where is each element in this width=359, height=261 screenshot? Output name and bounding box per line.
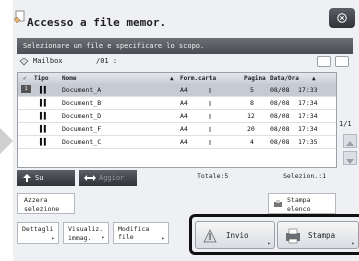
view-image-button[interactable]: Visualiz. immag. ▸ xyxy=(63,222,109,244)
row-name: Document_F xyxy=(62,125,102,133)
row-ora: 17:35 xyxy=(298,138,318,146)
send-paper-icon xyxy=(203,229,217,243)
scroll-down-button[interactable] xyxy=(343,151,357,165)
table-row[interactable]: ▌▌ Document_C A4 ▯ 4 08/08 17:35 xyxy=(18,136,336,149)
paper-icon: ▯ xyxy=(208,86,212,94)
row-form: A4 xyxy=(180,138,188,146)
row-data: 08/08 xyxy=(270,125,290,133)
print-button[interactable]: Stampa ▸ xyxy=(277,221,359,249)
row-data: 08/08 xyxy=(270,112,290,120)
arrow-down-icon xyxy=(346,159,354,164)
mailbox-icon xyxy=(19,57,29,66)
close-button[interactable] xyxy=(329,8,355,28)
print-label: Stampa xyxy=(308,231,336,240)
selected-check-icon: 1 xyxy=(21,85,31,93)
header-form[interactable]: Form.carta xyxy=(180,75,216,82)
refresh-label: Aggior xyxy=(99,174,125,182)
row-data: 08/08 xyxy=(270,99,290,107)
table-row[interactable]: ▌▌ Document_D A4 ▯ 12 08/08 17:34 xyxy=(18,110,336,123)
up-arrow-icon xyxy=(23,174,31,182)
instruction-bar: Selezionare un file e specificare lo sco… xyxy=(17,38,353,54)
total-files: Totale:5 xyxy=(197,172,229,180)
document-type-icon: ▌▌ xyxy=(40,112,48,120)
header-check[interactable]: ✓ xyxy=(23,75,27,82)
header-nome[interactable]: Nome xyxy=(62,75,76,82)
table-row[interactable]: ▌▌ Document_B A4 ▯ 8 08/08 17:34 xyxy=(18,97,336,110)
chevron-down-icon: ▸ xyxy=(51,235,55,242)
chevron-down-icon: ▸ xyxy=(267,240,271,247)
row-pagina: 4 xyxy=(250,138,254,146)
up-folder-label: Su xyxy=(35,174,44,182)
row-ora: 17:34 xyxy=(298,99,318,107)
row-form: A4 xyxy=(180,99,188,107)
file-table: ✓ Tipo Nome ▲ Form.carta Pagina Data/Ora… xyxy=(17,72,337,168)
row-ora: 17:34 xyxy=(298,112,318,120)
document-type-icon: ▌▌ xyxy=(40,138,48,146)
row-pagina: 5 xyxy=(250,86,254,94)
sort-asc-icon: ▲ xyxy=(312,75,316,82)
row-ora: 17:34 xyxy=(298,125,318,133)
thumbnail-view-button[interactable] xyxy=(335,56,349,67)
file-access-panel: Accesso a file memor. Selezionare un fil… xyxy=(13,0,359,261)
row-name: Document_D xyxy=(62,112,102,120)
list-view-button[interactable] xyxy=(317,56,331,67)
table-row[interactable]: ▌▌ Document_F A4 ▯ 20 08/08 17:34 xyxy=(18,123,336,136)
printer-icon xyxy=(286,228,300,244)
window-title: Accesso a file memor. xyxy=(27,16,167,29)
row-data: 08/08 xyxy=(270,138,290,146)
row-name: Document_B xyxy=(62,99,102,107)
send-button[interactable]: Invio ▸ xyxy=(195,221,275,249)
printer-small-icon xyxy=(274,200,282,207)
chevron-down-icon: ▸ xyxy=(161,235,165,242)
clear-selection-button[interactable]: Azzera selezione xyxy=(17,193,75,214)
view-image-label: Visualiz. immag. xyxy=(68,225,104,242)
print-list-button[interactable]: Stampa elenco xyxy=(268,193,336,214)
header-pagina[interactable]: Pagina xyxy=(244,75,266,82)
header-data[interactable]: Data/Ora xyxy=(270,75,299,82)
document-type-icon: ▌▌ xyxy=(40,99,48,107)
row-name: Document_C xyxy=(62,138,102,146)
table-header: ✓ Tipo Nome ▲ Form.carta Pagina Data/Ora… xyxy=(18,73,336,84)
edit-file-label: Modifica file xyxy=(118,225,150,241)
page-indicator: 1/1 xyxy=(339,120,352,128)
details-label: Dettagli xyxy=(22,225,54,233)
paper-icon: ▯ xyxy=(208,99,212,107)
selected-files: Selezion.:1 xyxy=(283,172,327,180)
header-tipo[interactable]: Tipo xyxy=(34,75,48,82)
details-button[interactable]: Dettagli ▸ xyxy=(17,222,59,244)
refresh-arrows-icon xyxy=(84,175,96,181)
document-type-icon: ▌▌ xyxy=(40,86,48,94)
row-pagina: 12 xyxy=(247,112,255,120)
paper-icon: ▯ xyxy=(208,138,212,146)
sort-desc-icon: ▲ xyxy=(170,75,174,82)
scroll-up-button[interactable] xyxy=(343,134,357,148)
x-close-icon xyxy=(337,13,347,23)
paper-icon: ▯ xyxy=(208,125,212,133)
row-form: A4 xyxy=(180,125,188,133)
row-pagina: 8 xyxy=(250,99,254,107)
document-type-icon: ▌▌ xyxy=(40,125,48,133)
chevron-down-icon: ▸ xyxy=(351,240,355,247)
chevron-down-icon: ▸ xyxy=(101,234,105,241)
print-list-label: Stampa elenco xyxy=(287,196,311,213)
row-form: A4 xyxy=(180,86,188,94)
up-folder-button[interactable]: Su xyxy=(17,170,75,186)
edit-file-button[interactable]: Modifica file ▸ xyxy=(113,222,169,244)
row-name: Document_A xyxy=(62,86,102,94)
row-pagina: 20 xyxy=(247,125,255,133)
previous-screen-arrow xyxy=(0,128,13,154)
row-ora: 17:33 xyxy=(298,86,318,94)
document-hand-icon xyxy=(13,10,25,24)
mailbox-label: Mailbox xyxy=(33,57,63,65)
refresh-button[interactable]: Aggior xyxy=(79,170,137,186)
table-row[interactable]: 1 ▌▌ Document_A A4 ▯ 5 08/08 17:33 xyxy=(18,84,336,97)
row-data: 08/08 xyxy=(270,86,290,94)
row-form: A4 xyxy=(180,112,188,120)
mailbox-path: /01 : xyxy=(96,57,118,65)
arrow-up-icon xyxy=(346,141,354,146)
send-label: Invio xyxy=(226,231,249,240)
paper-icon: ▯ xyxy=(208,112,212,120)
